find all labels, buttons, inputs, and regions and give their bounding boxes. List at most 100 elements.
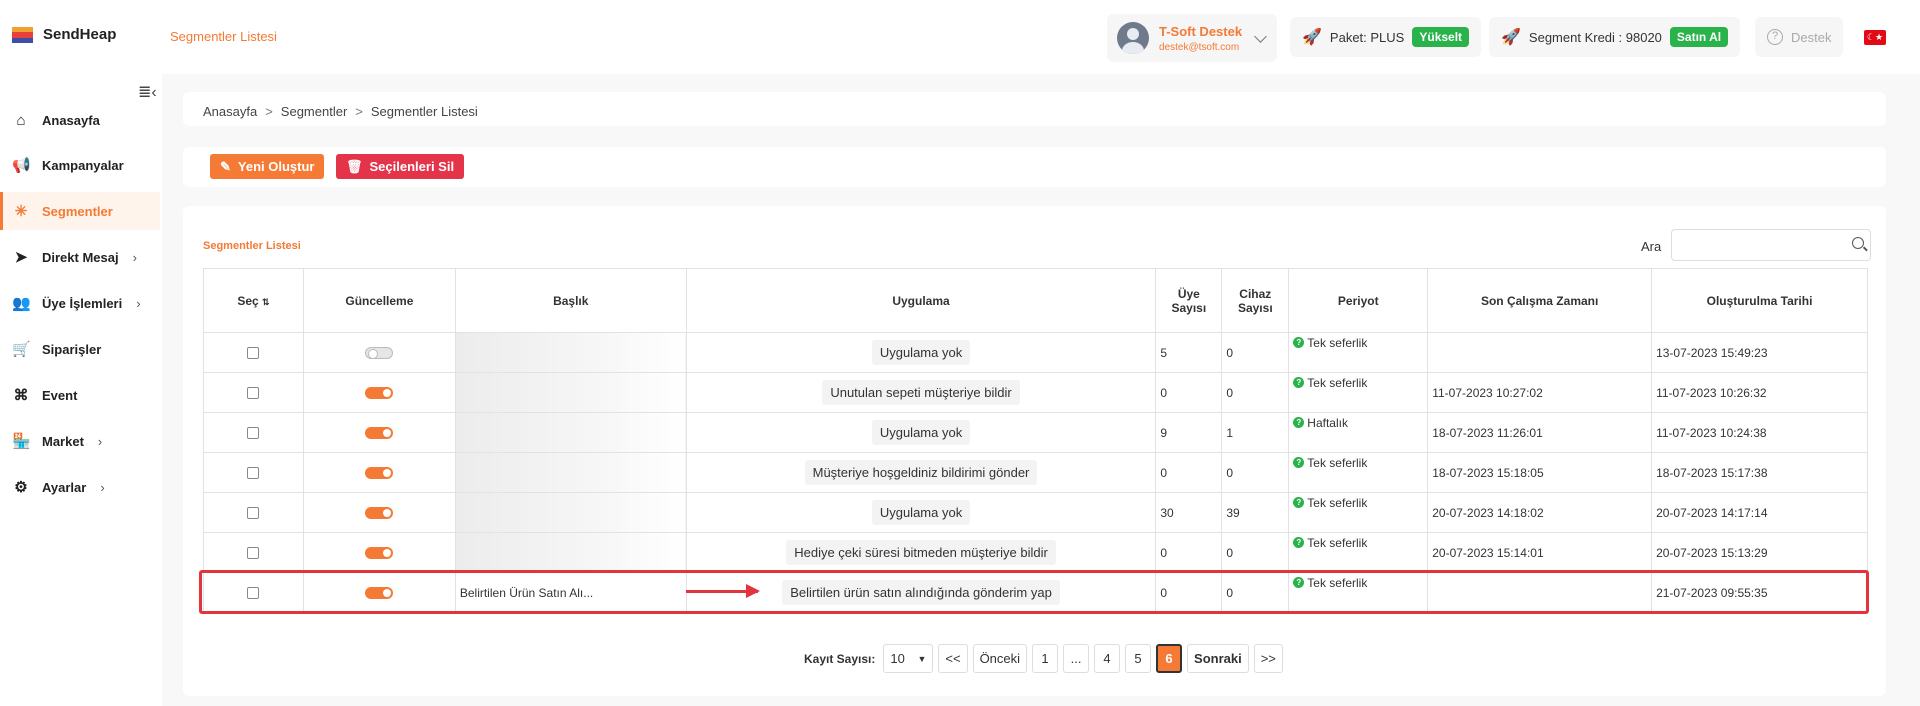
flag-tr-icon[interactable]: ☾★ [1864, 30, 1886, 45]
upgrade-button[interactable]: Yükselt [1412, 27, 1470, 47]
table-row: Müşteriye hoşgeldiniz bildirimi gönder 0 0… [203, 452, 1868, 493]
update-toggle[interactable] [365, 427, 394, 440]
row-update-cell [302, 412, 456, 453]
next-page-button[interactable]: Sonraki [1187, 644, 1249, 673]
chevron-right-icon: › [97, 433, 103, 449]
page-size-label: Kayıt Sayısı: [804, 651, 876, 666]
prev-page-button[interactable]: Önceki [972, 644, 1028, 673]
row-period: ? Tek seferlik [1288, 532, 1429, 573]
sidebar-item-direkt-mesaj[interactable]: ➤ Direkt Mesaj › [0, 238, 160, 276]
last-page-button[interactable]: >> [1253, 644, 1283, 673]
create-button[interactable]: ✎ Yeni Oluştur [210, 154, 325, 179]
breadcrumb-home[interactable]: Anasayfa [203, 104, 257, 119]
row-period: ? Tek seferlik [1288, 492, 1429, 533]
application-tag: Uygulama yok [871, 420, 971, 445]
question-icon[interactable]: ? [1293, 457, 1305, 468]
user-menu[interactable]: T-Soft Destek destek@tsoft.com [1107, 14, 1277, 62]
page-heading: Segmentler Listesi [170, 29, 277, 44]
sidebar-item-label: Anasayfa [42, 112, 100, 128]
chevron-down-icon [1254, 30, 1267, 43]
row-created: 13-07-2023 15:49:23 [1651, 332, 1868, 373]
delete-selected-button[interactable]: 🗑 Seçilenleri Sil [336, 154, 465, 179]
row-select-cell [203, 412, 304, 453]
search-icon[interactable] [1852, 237, 1864, 249]
row-last-run: 18-07-2023 11:26:01 [1427, 412, 1653, 453]
update-toggle[interactable] [365, 467, 394, 480]
row-last-run: 11-07-2023 10:27:02 [1427, 372, 1653, 413]
update-toggle[interactable] [365, 387, 394, 400]
support-label: Destek [1791, 29, 1832, 45]
row-devices: 0 [1221, 332, 1290, 373]
sidebar-item-market[interactable]: 🏪 Market › [0, 422, 160, 460]
row-checkbox[interactable] [247, 347, 260, 360]
update-toggle[interactable] [365, 547, 394, 560]
sidebar-item-sipari-ler[interactable]: 🛒 Siparişler [0, 330, 160, 368]
page-button-4[interactable]: 4 [1094, 644, 1121, 673]
sidebar-item-event[interactable]: ⌘ Event [0, 376, 160, 414]
breadcrumb-segments[interactable]: Segmentler [281, 104, 347, 119]
question-icon[interactable]: ? [1293, 537, 1305, 548]
avatar [1117, 22, 1149, 54]
row-members: 0 [1155, 372, 1223, 413]
row-title [454, 492, 687, 533]
sidebar-item-anasayfa[interactable]: ⌂ Anasayfa [0, 101, 160, 139]
row-checkbox[interactable] [247, 427, 260, 440]
row-last-run [1427, 332, 1653, 373]
highlight-annotation [199, 570, 1869, 614]
collapse-sidebar-icon[interactable]: ≣‹ [138, 82, 157, 102]
row-update-cell [302, 332, 456, 373]
row-checkbox[interactable] [247, 387, 260, 400]
question-icon[interactable]: ? [1293, 377, 1305, 388]
row-application: Uygulama yok [685, 492, 1157, 533]
search-input[interactable] [1671, 229, 1871, 261]
sidebar-item--ye-i-lemleri[interactable]: 👥 Üye İşlemleri › [0, 284, 160, 322]
page-button-1[interactable]: 1 [1032, 644, 1059, 673]
row-application: Uygulama yok [685, 332, 1157, 373]
sidebar-item-segmentler[interactable]: ✳ Segmentler [0, 192, 160, 230]
row-checkbox[interactable] [247, 547, 260, 560]
update-toggle[interactable] [365, 347, 394, 360]
trash-icon: 🗑 [346, 158, 363, 174]
app-logo[interactable]: SendHeap [12, 26, 116, 43]
header-select[interactable]: Seç ⇅ [203, 268, 304, 333]
support-button[interactable]: ? Destek [1755, 17, 1844, 57]
row-checkbox[interactable] [247, 467, 260, 480]
first-page-button[interactable]: << [938, 644, 968, 673]
page-button-6[interactable]: 6 [1156, 644, 1183, 673]
application-tag: Müşteriye hoşgeldiniz bildirimi gönder [804, 460, 1038, 485]
chevron-right-icon: › [136, 295, 141, 311]
question-icon[interactable]: ? [1293, 337, 1305, 348]
row-title [454, 372, 687, 413]
row-select-cell [203, 372, 304, 413]
application-tag: Uygulama yok [871, 500, 971, 525]
row-update-cell [302, 452, 456, 493]
logo-icon [12, 26, 33, 43]
help-icon: ? [1767, 29, 1783, 45]
arrow-annotation [686, 584, 760, 598]
question-icon[interactable]: ? [1293, 497, 1305, 508]
sidebar-item-ayarlar[interactable]: ⚙ Ayarlar › [0, 468, 160, 506]
pagination: Kayıt Sayısı: 10 ▼ << Önceki 1... 4 5 6 Sonr… [804, 644, 1283, 673]
user-name: T-Soft Destek [1159, 23, 1243, 39]
row-application: Müşteriye hoşgeldiniz bildirimi gönder [685, 452, 1157, 493]
page-button-5[interactable]: 5 [1125, 644, 1152, 673]
row-members: 0 [1155, 452, 1223, 493]
list-title: Segmentler Listesi [203, 240, 301, 252]
page-size-select[interactable]: 10 ▼ [883, 644, 934, 673]
sidebar-item-kampanyalar[interactable]: 📢 Kampanyalar [0, 146, 160, 184]
row-devices: 0 [1221, 532, 1290, 573]
table-header-row: Seç ⇅ Güncelleme Başlık Uygulama Üye Sayı… [203, 268, 1868, 333]
update-toggle[interactable] [365, 507, 394, 520]
buy-credit-button[interactable]: Satın Al [1669, 27, 1729, 47]
rocket-icon: 🚀 [1302, 29, 1322, 46]
row-update-cell [302, 372, 456, 413]
application-tag: Hediye çeki süresi bitmeden müşteriye bi… [786, 540, 1056, 565]
header-devices: Cihaz Sayısı [1221, 268, 1290, 333]
sort-icon: ⇅ [262, 296, 270, 307]
sidebar-item-label: Ayarlar [42, 479, 87, 495]
row-checkbox[interactable] [247, 507, 260, 520]
question-icon[interactable]: ? [1293, 417, 1305, 428]
row-created: 11-07-2023 10:26:32 [1651, 372, 1868, 413]
header-period: Periyot [1288, 268, 1429, 333]
segments-table: Seç ⇅ Güncelleme Başlık Uygulama Üye Sayı… [203, 268, 1868, 613]
